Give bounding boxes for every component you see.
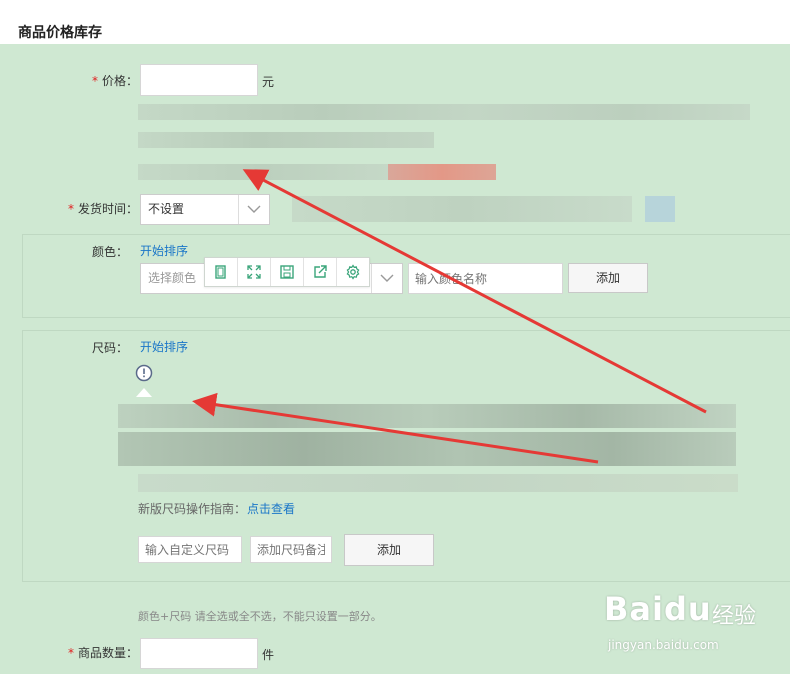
watermark-brand-du: du <box>663 590 712 628</box>
baidu-watermark-logo: Baidu 经验 jingyan.baidu.com <box>600 588 760 658</box>
annotation-arrow-price <box>242 169 707 414</box>
watermark-cn: 经验 <box>712 604 757 629</box>
annotation-arrow-size <box>192 392 599 464</box>
watermark-brand: Baidu <box>604 590 712 628</box>
annotation-arrows <box>192 169 707 464</box>
watermark-brand-bai: Bai <box>604 590 664 628</box>
watermark-url: jingyan.baidu.com <box>608 638 719 652</box>
